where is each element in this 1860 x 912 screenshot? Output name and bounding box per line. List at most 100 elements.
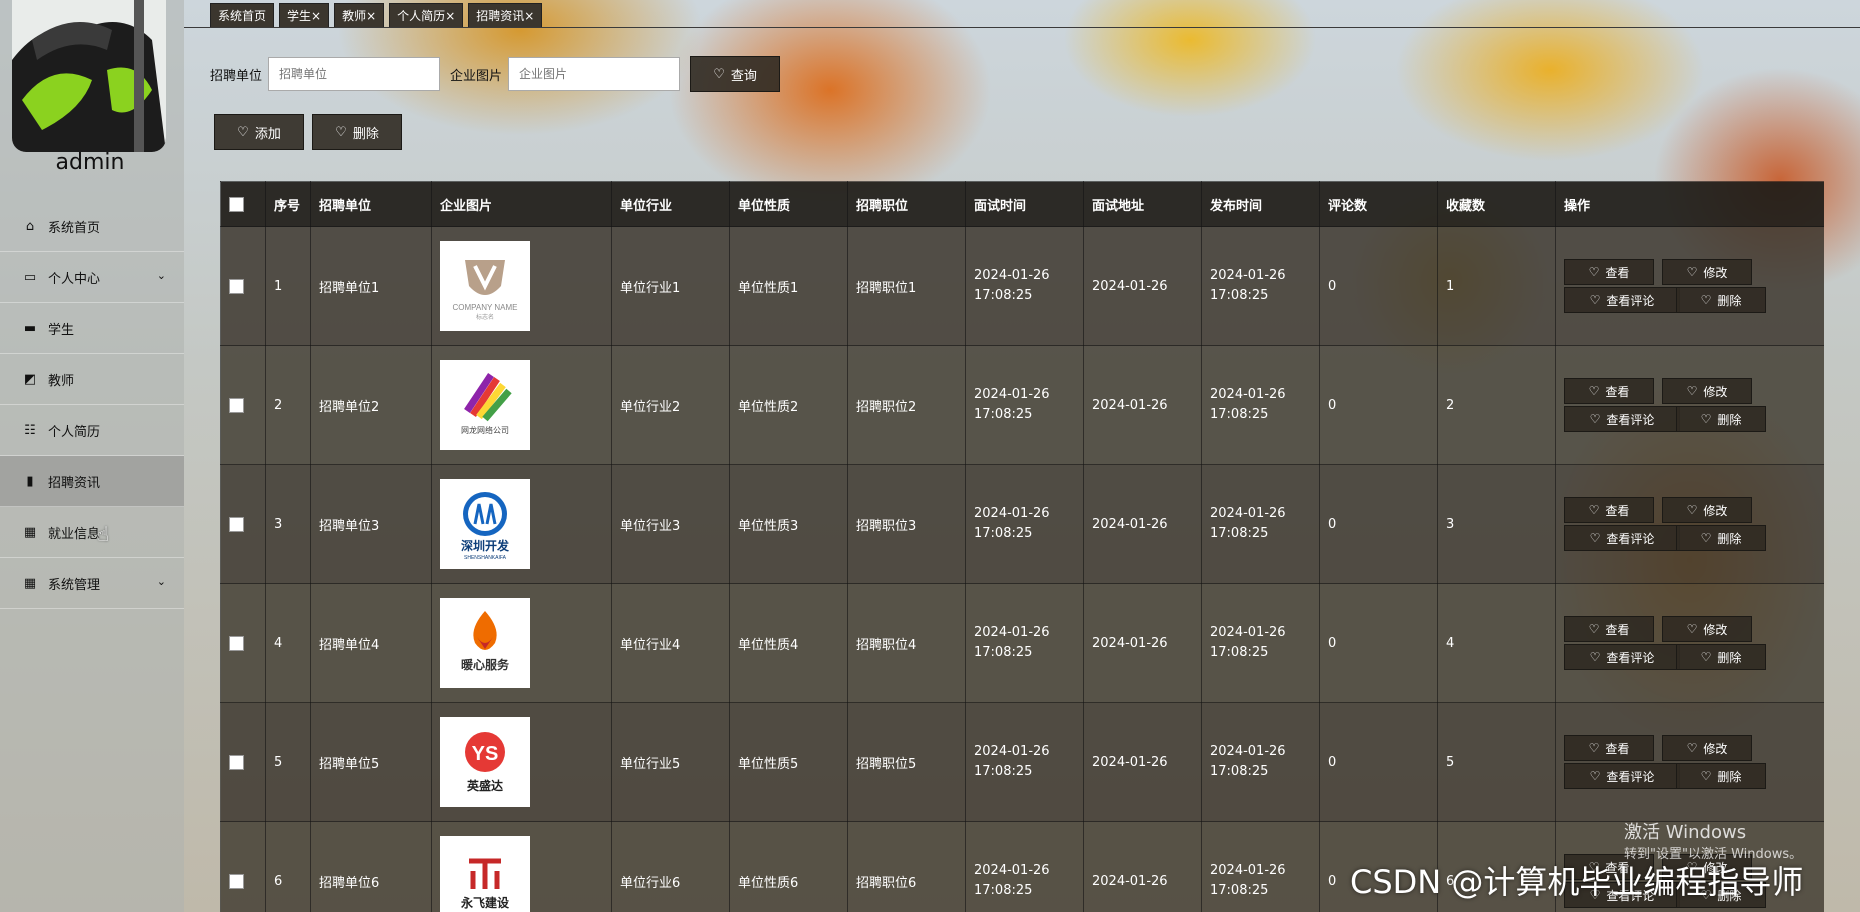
row-checkbox[interactable] <box>229 516 244 532</box>
query-button[interactable]: ♡ 查询 <box>690 56 781 92</box>
row-checkbox[interactable] <box>229 635 244 651</box>
cell-favorites: 2 <box>1437 345 1556 465</box>
tab-recruitment[interactable]: 招聘资讯× <box>468 3 543 28</box>
table-header-row: 序号 招聘单位 企业图片 单位行业 单位性质 招聘职位 面试时间 面试地址 发布… <box>220 181 1824 227</box>
heart-icon: ♡ <box>1588 622 1600 636</box>
view-button[interactable]: ♡ 查看 <box>1564 497 1654 523</box>
row-delete-button[interactable]: ♡ 删除 <box>1676 525 1766 551</box>
column-header: 面试地址 <box>1083 181 1202 227</box>
sidebar-item-students[interactable]: ▬ 学生 <box>0 303 184 354</box>
row-checkbox-cell[interactable] <box>220 821 266 912</box>
select-all-checkbox[interactable] <box>229 196 244 212</box>
sidebar-item-resume[interactable]: ☷ 个人简历 <box>0 405 184 456</box>
cell-nature: 单位性质4 <box>729 583 848 703</box>
sidebar-item-employment[interactable]: ▦ 就业信息 <box>0 507 184 558</box>
search-bar: 招聘单位 企业图片 ♡ 查询 <box>210 56 781 92</box>
cell-company: 招聘单位4 <box>310 583 432 703</box>
logo-text: 暖心服务 <box>461 657 510 672</box>
sidebar-item-system[interactable]: ▦ 系统管理 ⌄ <box>0 558 184 609</box>
cell-no: 4 <box>265 583 311 703</box>
view-comments-button[interactable]: ♡ 查看评论 <box>1564 644 1680 670</box>
row-delete-button[interactable]: ♡ 删除 <box>1676 406 1766 432</box>
delete-button[interactable]: ♡ 删除 <box>312 114 402 150</box>
tab-resume[interactable]: 个人简历× <box>389 3 464 28</box>
cell-favorites: 5 <box>1437 702 1556 822</box>
heart-icon: ♡ <box>1686 622 1698 636</box>
row-checkbox[interactable] <box>229 754 244 770</box>
edit-button[interactable]: ♡ 修改 <box>1662 735 1752 761</box>
view-button[interactable]: ♡ 查看 <box>1564 259 1654 285</box>
image-search-input[interactable] <box>508 57 681 91</box>
close-icon[interactable]: × <box>445 9 455 23</box>
row-delete-button[interactable]: ♡ 删除 <box>1676 287 1766 313</box>
cell-interview-address: 2024-01-26 <box>1083 226 1202 346</box>
company-logo-image: 网龙网络公司 <box>440 360 530 450</box>
view-button[interactable]: ♡ 查看 <box>1564 378 1654 404</box>
sidebar-item-label: 招聘资讯 <box>48 475 101 491</box>
cell-interview-address: 2024-01-26 <box>1083 702 1202 822</box>
sidebar-item-teachers[interactable]: ◩ 教师 <box>0 354 184 405</box>
cell-logo: 网龙网络公司 <box>431 345 612 465</box>
edit-button[interactable]: ♡ 修改 <box>1662 378 1752 404</box>
row-checkbox[interactable] <box>229 873 244 889</box>
username: admin <box>55 150 125 175</box>
row-checkbox-cell[interactable] <box>220 464 266 584</box>
row-checkbox[interactable] <box>229 278 244 294</box>
sidebar-item-label: 系统首页 <box>48 220 101 236</box>
view-button[interactable]: ♡ 查看 <box>1564 735 1654 761</box>
row-delete-button[interactable]: ♡ 删除 <box>1676 763 1766 789</box>
cell-logo: YS 英盛达 <box>431 702 612 822</box>
heart-icon: ♡ <box>1700 650 1712 664</box>
edit-button[interactable]: ♡ 修改 <box>1662 616 1752 642</box>
close-icon[interactable]: × <box>366 9 376 23</box>
cell-nature: 单位性质1 <box>729 226 848 346</box>
close-icon[interactable]: × <box>311 9 321 23</box>
cell-industry: 单位行业2 <box>611 345 730 465</box>
chevron-down-icon: ⌄ <box>156 269 166 282</box>
view-comments-button[interactable]: ♡ 查看评论 <box>1564 287 1680 313</box>
cell-logo: 深圳开发 SHENSHANKAIFA <box>431 464 612 584</box>
column-header: 评论数 <box>1319 181 1438 227</box>
cell-logo: 暖心服务 <box>431 583 612 703</box>
view-button[interactable]: ♡ 查看 <box>1564 616 1654 642</box>
edit-button[interactable]: ♡ 修改 <box>1662 259 1752 285</box>
svg-text:标志名: 标志名 <box>476 313 494 321</box>
select-all-checkbox-cell[interactable] <box>220 181 266 227</box>
cell-nature: 单位性质6 <box>729 821 848 912</box>
sidebar-item-recruitment[interactable]: ▮ 招聘资讯 <box>0 456 184 507</box>
row-checkbox-cell[interactable] <box>220 702 266 822</box>
row-checkbox[interactable] <box>229 397 244 413</box>
tab-students[interactable]: 学生× <box>279 3 330 28</box>
heart-icon: ♡ <box>713 66 725 82</box>
view-comments-button[interactable]: ♡ 查看评论 <box>1564 763 1680 789</box>
sidebar-item-personal-center[interactable]: ▭ 个人中心 ⌄ <box>0 252 184 303</box>
close-icon[interactable]: × <box>524 9 534 23</box>
view-comments-button[interactable]: ♡ 查看评论 <box>1564 525 1680 551</box>
cell-position: 招聘职位5 <box>847 702 966 822</box>
add-button[interactable]: ♡ 添加 <box>214 114 304 150</box>
divider <box>184 27 1860 28</box>
svg-text:永飞建设: 永飞建设 <box>460 895 510 910</box>
row-delete-button[interactable]: ♡ 删除 <box>1676 644 1766 670</box>
cell-interview-time: 2024-01-26 17:08:25 <box>965 702 1084 822</box>
tab-teachers[interactable]: 教师× <box>334 3 385 28</box>
heart-icon: ♡ <box>1589 412 1601 426</box>
heart-icon: ♡ <box>1589 531 1601 545</box>
tab-home[interactable]: 系统首页 <box>210 3 275 28</box>
edit-button[interactable]: ♡ 修改 <box>1662 497 1752 523</box>
home-icon: ⌂ <box>25 218 35 234</box>
view-comments-button[interactable]: ♡ 查看评论 <box>1564 406 1680 432</box>
row-checkbox-cell[interactable] <box>220 583 266 703</box>
sidebar-item-home[interactable]: ⌂ 系统首页 <box>0 201 184 252</box>
heart-icon: ♡ <box>1700 412 1712 426</box>
cell-favorites: 1 <box>1437 226 1556 346</box>
row-checkbox-cell[interactable] <box>220 345 266 465</box>
tab-bar: 系统首页 学生× 教师× 个人简历× 招聘资讯× <box>210 3 543 28</box>
heart-icon: ♡ <box>1589 293 1601 307</box>
heart-icon: ♡ <box>1588 384 1600 398</box>
row-checkbox-cell[interactable] <box>220 226 266 346</box>
grid-list-icon: ☷ <box>24 422 36 438</box>
unit-search-input[interactable] <box>268 57 441 91</box>
column-header: 面试时间 <box>965 181 1084 227</box>
cell-company: 招聘单位2 <box>310 345 432 465</box>
